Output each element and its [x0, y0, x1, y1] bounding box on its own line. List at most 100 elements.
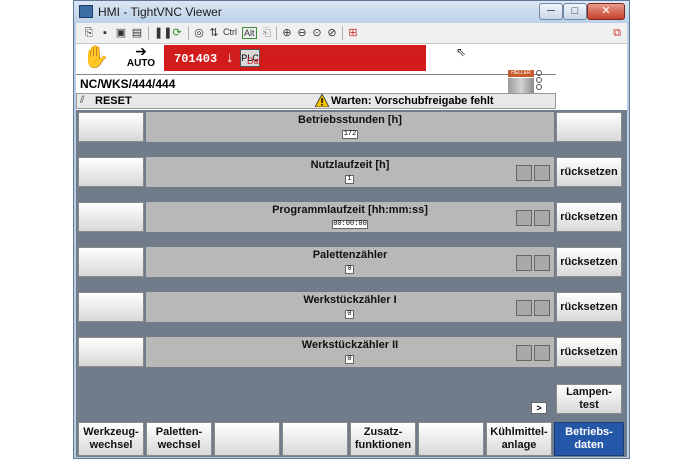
left-softkey-5[interactable]	[78, 292, 144, 322]
panel-value: 1	[345, 175, 354, 184]
warning-text: Warten: Vorschubfreigabe fehlt	[331, 95, 494, 107]
reset-checkbox[interactable]	[516, 165, 532, 181]
channel-status-bar: ⫽ RESET Warten: Vorschubfreigabe fehlt	[76, 93, 556, 109]
left-softkey-1[interactable]	[78, 112, 144, 142]
right-softkey-1[interactable]	[556, 112, 622, 142]
panel-label: Nutzlaufzeit [h]	[310, 159, 390, 171]
empty-softkey-3[interactable]	[214, 422, 280, 456]
toolbar-separator	[148, 26, 149, 40]
empty-softkey-4[interactable]	[282, 422, 348, 456]
panel-value: 00:00:00	[332, 220, 368, 229]
operating-data-softkey[interactable]: Betriebs- daten	[554, 422, 624, 456]
panel-value: 0	[345, 355, 354, 364]
left-softkey-2[interactable]	[78, 157, 144, 187]
additional-functions-softkey[interactable]: Zusatz- funktionen	[350, 422, 416, 456]
arrow-right-icon: ➔	[135, 43, 147, 59]
zoom-fit-icon[interactable]: ⊘	[325, 26, 339, 40]
close-button[interactable]: ✕	[587, 3, 625, 20]
mode-label: AUTO	[126, 58, 156, 69]
app-icon	[79, 5, 93, 18]
warning-icon	[315, 94, 329, 107]
pause-icon[interactable]: ❚❚	[154, 26, 172, 40]
operating-data-panel: Betriebsstunden [h] 172 Nutzlaufzeit [h]…	[76, 110, 627, 420]
remote-desktop-icon: ⧉	[613, 27, 621, 39]
reset-checkbox[interactable]	[534, 345, 550, 361]
toolbar-separator	[342, 26, 343, 40]
reset-pallet-counter-button[interactable]: rücksetzen	[556, 247, 622, 277]
new-connection-icon[interactable]: ⎘	[82, 26, 96, 40]
reset-usage-time-button[interactable]: rücksetzen	[556, 157, 622, 187]
channel-state: RESET	[95, 95, 132, 107]
reset-checkbox[interactable]	[534, 165, 550, 181]
alt-key[interactable]: Alt	[242, 27, 257, 39]
reset-checkbox[interactable]	[516, 300, 532, 316]
minimize-button[interactable]: ─	[539, 3, 563, 20]
zoom-out-icon[interactable]: ⊖	[295, 26, 309, 40]
reset-workpiece-counter-2-button[interactable]: rücksetzen	[556, 337, 622, 367]
panel-program-runtime: Programmlaufzeit [hh:mm:ss] 00:00:00	[146, 202, 554, 232]
more-softkeys-button[interactable]: >	[531, 402, 547, 414]
panel-usage-time: Nutzlaufzeit [h] 1	[146, 157, 554, 187]
alarm-message: Daten der Palettenverwaltung richtigstel…	[247, 56, 421, 66]
transfer-icon[interactable]: ⇅	[207, 26, 221, 40]
mode-indicator: ➔ AUTO	[121, 44, 161, 72]
arrow-down-icon: ↓	[226, 49, 234, 66]
panel-value: 172	[342, 130, 358, 139]
ctrl-alt-del-icon[interactable]: ◎	[192, 26, 206, 40]
left-softkey-3[interactable]	[78, 202, 144, 232]
refresh-icon[interactable]: ⟳	[170, 26, 184, 40]
ctrl-key[interactable]: Ctrl	[223, 27, 237, 37]
lamp-test-button[interactable]: Lampen- test	[556, 384, 622, 414]
reset-checkbox[interactable]	[516, 255, 532, 271]
vnc-toolbar: ⎘ ▪ ▣ ▤ ❚❚ ⟳ ◎ ⇅ Ctrl Alt ⎗ ⊕ ⊖ ⊙ ⊘ ⊞ ⧉	[76, 23, 627, 44]
fullscreen-icon[interactable]: ⊞	[346, 26, 360, 40]
toolbar-separator	[276, 26, 277, 40]
zoom-100-icon[interactable]: ⊙	[310, 26, 324, 40]
reset-checkbox[interactable]	[534, 255, 550, 271]
panel-label: Betriebsstunden [h]	[298, 114, 402, 126]
clipboard-icon[interactable]: ⎗	[260, 26, 274, 40]
window-title: HMI - TightVNC Viewer	[98, 5, 222, 19]
logo-indicators	[536, 70, 544, 94]
reset-checkbox[interactable]	[516, 210, 532, 226]
info-icon[interactable]: ▤	[130, 26, 144, 40]
reset-program-runtime-button[interactable]: rücksetzen	[556, 202, 622, 232]
panel-pallet-counter: Palettenzähler 0	[146, 247, 554, 277]
empty-softkey-6[interactable]	[418, 422, 484, 456]
title-bar[interactable]: HMI - TightVNC Viewer ─ □ ✕	[74, 1, 629, 23]
panel-label: Werkstückzähler II	[301, 339, 399, 351]
vnc-window: HMI - TightVNC Viewer ─ □ ✕ ⎘ ▪ ▣ ▤ ❚❚ ⟳…	[73, 0, 630, 459]
alarm-number: 701403	[174, 52, 218, 66]
tool-change-softkey[interactable]: Werkzeug- wechsel	[78, 422, 144, 456]
left-softkey-6[interactable]	[78, 337, 144, 367]
heller-logo: HELLER	[508, 70, 544, 94]
panel-label: Werkstückzähler I	[303, 294, 397, 306]
reset-icon: ⫽	[80, 95, 85, 106]
pallet-change-softkey[interactable]: Paletten- wechsel	[146, 422, 212, 456]
left-softkey-4[interactable]	[78, 247, 144, 277]
logo-text: HELLER	[508, 70, 534, 77]
panel-label: Palettenzähler	[312, 249, 388, 261]
reset-checkbox[interactable]	[516, 345, 532, 361]
hand-icon: ✋	[82, 44, 110, 69]
panel-value: 0	[345, 265, 354, 274]
path-bar: NC/WKS/444/444	[76, 74, 556, 93]
panel-workpiece-counter-2: Werkstückzähler II 0	[146, 337, 554, 367]
panel-label: Programmlaufzeit [hh:mm:ss]	[272, 204, 428, 216]
reset-checkbox[interactable]	[534, 300, 550, 316]
maximize-button[interactable]: □	[563, 3, 587, 20]
save-icon[interactable]: ▪	[98, 26, 112, 40]
horizontal-softkey-bar: Werkzeug- wechsel Paletten- wechsel Zusa…	[76, 420, 627, 457]
reset-workpiece-counter-1-button[interactable]: rücksetzen	[556, 292, 622, 322]
machine-image	[508, 78, 534, 94]
zoom-in-icon[interactable]: ⊕	[280, 26, 294, 40]
reset-checkbox[interactable]	[534, 210, 550, 226]
panel-value: 0	[345, 310, 354, 319]
hmi-screen: ✋ ➔ AUTO 701403 ↓ PLC Daten der Paletten…	[76, 44, 627, 457]
coolant-system-softkey[interactable]: Kühlmittel- anlage	[486, 422, 552, 456]
path-text: NC/WKS/444/444	[80, 77, 176, 91]
mouse-pointer-icon: ⇖	[456, 45, 467, 59]
options-icon[interactable]: ▣	[114, 26, 128, 40]
panel-operating-hours: Betriebsstunden [h] 172	[146, 112, 554, 142]
toolbar-separator	[188, 26, 189, 40]
